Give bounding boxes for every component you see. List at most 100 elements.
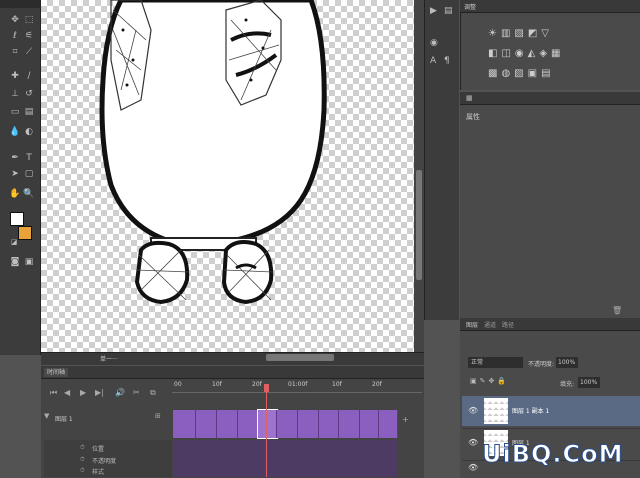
zoom-icon[interactable]: 🔍 — [23, 188, 35, 200]
go-first-frame-icon[interactable]: ⏮ — [50, 388, 57, 398]
add-media-icon[interactable]: + — [402, 415, 409, 424]
zoom-readout — [45, 354, 85, 363]
properties-trash-icon[interactable]: 🗑 — [612, 306, 622, 315]
fill-field[interactable]: 100% — [578, 377, 600, 388]
layer-name[interactable]: 图层 1 副本 1 — [512, 406, 549, 415]
heal-icon[interactable]: ✚ — [9, 70, 21, 82]
stamp-icon[interactable]: ⊥ — [9, 88, 21, 100]
timeline-clip[interactable] — [379, 410, 398, 438]
lasso-icon[interactable]: ℓ — [9, 30, 21, 42]
type-icon[interactable]: T — [23, 152, 35, 164]
timeline-tab[interactable]: 时间轴 — [44, 368, 69, 377]
document-canvas[interactable] — [41, 0, 414, 352]
screen-mode-icon[interactable]: ▣ — [23, 256, 35, 268]
properties-tab-icon[interactable]: ▦ — [466, 94, 473, 102]
background-color-swatch[interactable] — [18, 226, 32, 240]
opacity-field[interactable]: 100% — [556, 357, 578, 368]
timeline-clip-selected[interactable] — [257, 409, 278, 439]
opacity-label: 不透明度: — [528, 361, 555, 368]
reset-colors-icon[interactable]: ◪ — [8, 236, 20, 248]
playhead-line — [266, 392, 267, 477]
timeline-clip[interactable] — [360, 410, 379, 438]
brush-icon[interactable]: ∕ — [23, 70, 35, 82]
canvas-horizontal-scroll-thumb[interactable] — [266, 354, 334, 361]
adjustments-tabrow — [460, 0, 640, 13]
stopwatch-icon[interactable]: ⏱ — [80, 444, 85, 452]
adjustment-icons-row-1[interactable]: ☀▥▧◩▽ — [488, 28, 553, 39]
timeline-clip[interactable] — [339, 410, 360, 438]
crop-icon[interactable]: ⌗ — [9, 46, 21, 58]
adjustment-icons-row-3[interactable]: ▩◍▨▣▤ — [488, 68, 555, 79]
split-icon[interactable]: ✂ — [133, 388, 140, 397]
expand-track-icon[interactable]: ▼ — [44, 412, 49, 420]
track-keyframe-area[interactable] — [173, 440, 397, 477]
marquee-icon[interactable]: ⬚ — [23, 14, 35, 26]
ruler-label: 01:00f — [288, 381, 308, 388]
eyedropper-icon[interactable]: ⟋ — [23, 46, 35, 58]
play-icon[interactable]: ▶ — [80, 388, 86, 397]
pen-icon[interactable]: ✒ — [9, 152, 21, 164]
properties-panel — [460, 92, 640, 318]
paragraph-icon[interactable]: ¶ — [444, 56, 450, 66]
character-icon[interactable]: A — [430, 56, 436, 66]
blur-icon[interactable]: 💧 — [9, 126, 21, 138]
timeline-header — [41, 366, 424, 379]
shape-icon[interactable]: ▢ — [23, 168, 35, 180]
play-action-icon[interactable]: ▶ — [430, 6, 437, 16]
property-label: 样式 — [92, 469, 105, 476]
ruler-label: 10f — [332, 381, 342, 388]
timeline-clip[interactable] — [217, 410, 238, 438]
timeline-clip[interactable] — [173, 410, 196, 438]
property-label: 位置 — [92, 446, 105, 453]
document-tab-label[interactable]: 单一··· — [100, 354, 118, 363]
stopwatch-icon[interactable]: ⏱ — [80, 456, 85, 464]
timeline-clip[interactable] — [277, 410, 298, 438]
track-options-icon[interactable]: ⊞ — [155, 412, 161, 420]
timeline-clip[interactable] — [196, 410, 217, 438]
visibility-eye-icon[interactable]: 👁 — [468, 406, 478, 415]
playhead-handle[interactable] — [264, 384, 269, 392]
timeline-clip[interactable] — [319, 410, 339, 438]
stopwatch-icon[interactable]: ⏱ — [80, 467, 85, 475]
foreground-color-swatch[interactable] — [10, 212, 24, 226]
visibility-eye-icon[interactable]: 👁 — [468, 438, 478, 447]
next-frame-icon[interactable]: ▶| — [95, 388, 104, 397]
visibility-eye-icon[interactable]: 👁 — [468, 463, 478, 472]
dodge-icon[interactable]: ◐ — [23, 126, 35, 138]
path-select-icon[interactable]: ➤ — [9, 168, 21, 180]
blend-mode-select[interactable]: 正常 — [468, 357, 523, 368]
fill-label: 填充: — [560, 381, 575, 388]
track-label[interactable]: 图层 1 — [55, 414, 73, 423]
tools-panel-header — [0, 0, 40, 8]
watermark-text: UiBQ.CoM — [482, 440, 624, 469]
adjustments-tab[interactable]: 调整 — [464, 2, 476, 11]
wand-icon[interactable]: ⚟ — [23, 30, 35, 42]
timeline-clip[interactable] — [238, 410, 258, 438]
panel-icon-strip — [424, 0, 459, 320]
ruler-label: 20f — [372, 381, 382, 388]
prev-frame-icon[interactable]: ◀ — [64, 388, 70, 397]
eraser-icon[interactable]: ▭ — [9, 106, 21, 118]
transition-icon[interactable]: ⧉ — [150, 388, 156, 398]
lock-icons[interactable]: ▣✎✥🔒 — [470, 377, 509, 385]
adjustment-icons-row-2[interactable]: ◧◫◉◭◈▦ — [488, 48, 564, 59]
properties-label: 属性 — [466, 113, 480, 121]
history-brush-icon[interactable]: ↺ — [23, 88, 35, 100]
move-icon[interactable]: ✥ — [9, 14, 21, 26]
ruler-label: 10f — [212, 381, 222, 388]
history-icon[interactable]: ▤ — [444, 6, 453, 16]
layers-tab[interactable]: 图层 — [466, 320, 478, 329]
properties-tabrow — [460, 92, 640, 105]
canvas-vertical-scroll-thumb[interactable] — [416, 170, 422, 280]
channels-tab[interactable]: 通道 — [484, 320, 496, 329]
paths-tab[interactable]: 路径 — [502, 320, 514, 329]
quick-mask-icon[interactable]: ◙ — [9, 256, 21, 268]
ruler-label: 20f — [252, 381, 262, 388]
gradient-icon[interactable]: ▤ — [23, 106, 35, 118]
3d-icon[interactable]: ◉ — [430, 38, 438, 48]
hand-icon[interactable]: ✋ — [9, 188, 21, 200]
audio-icon[interactable]: 🔊 — [115, 388, 125, 397]
ruler-label: 00 — [174, 381, 182, 388]
timeline-clip[interactable] — [298, 410, 319, 438]
layer-thumbnail[interactable] — [484, 398, 508, 424]
